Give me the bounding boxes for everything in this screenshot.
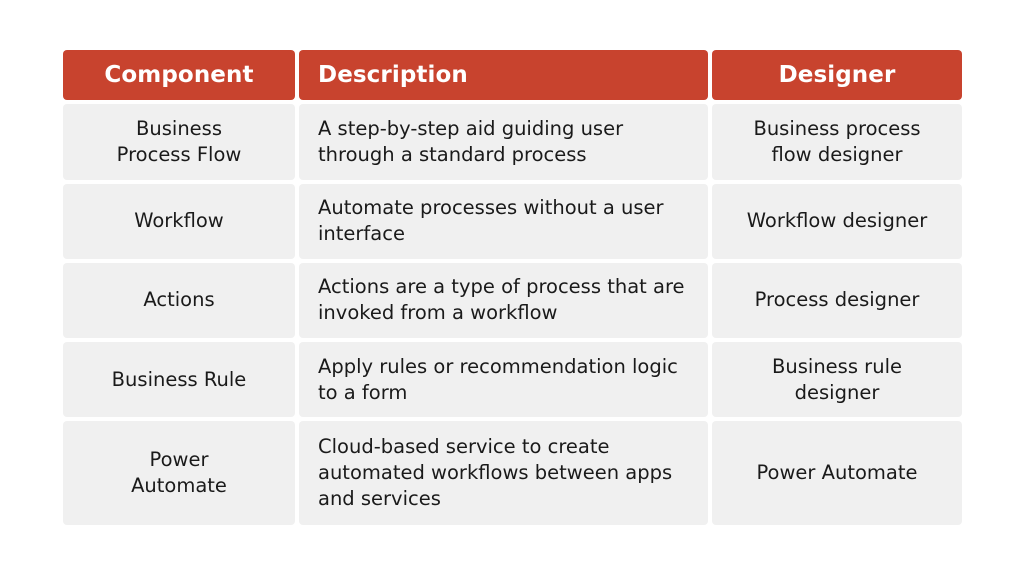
cell-description: Automate processes without a user interf… [299,183,708,259]
cell-designer: Workflow designer [712,183,962,259]
cell-designer: Process designer [712,262,962,338]
cell-text-description: Actions are a type of process that are i… [318,275,685,325]
cell-description: Actions are a type of process that are i… [299,262,708,338]
header-cell-component: Component [63,50,295,101]
header-cell-description: Description [299,50,708,101]
cell-component: Power Automate [63,421,295,525]
cell-text-component: Business Process Flow [116,117,242,167]
table-row: Actions Actions are a type of process th… [63,262,962,338]
table-row: Business Rule Apply rules or recommendat… [63,341,962,418]
cell-designer: Power Automate [712,421,962,525]
cell-text-description: Apply rules or recommendation logic to a… [318,354,678,404]
cell-component: Business Rule [63,341,295,418]
table-row: Workflow Automate processes without a us… [63,183,962,259]
cell-text-description: Cloud-based service to create automated … [318,435,673,511]
cell-text-description: Automate processes without a user interf… [318,196,664,246]
table-body: Component Description Designer Business P… [63,50,962,525]
header-label-description: Description [318,62,468,89]
components-table: Component Description Designer Business P… [63,50,962,525]
table-row: Business Process Flow A step-by-step aid … [63,104,962,180]
cell-text-designer: Process designer [754,288,920,312]
cell-text-component: Actions [143,288,215,312]
table-row: Power Automate Cloud-based service to cre… [63,421,962,525]
header-cell-designer: Designer [712,50,962,101]
cell-component: Workflow [63,183,295,259]
cell-text-component: Business Rule [111,367,247,391]
cell-description: Cloud-based service to create automated … [299,421,708,525]
header-label-component: Component [104,62,254,89]
cell-designer: Business rule designer [712,341,962,418]
cell-text-designer: Power Automate [756,461,918,485]
cell-description: A step-by-step aid guiding user through … [299,104,708,180]
cell-text-designer: Workflow designer [746,209,928,233]
cell-designer: Business process flow designer [712,104,962,180]
table-header-row: Component Description Designer [63,50,962,101]
cell-component: Actions [63,262,295,338]
header-label-designer: Designer [778,62,896,89]
cell-text-designer: Business rule designer [772,354,902,404]
cell-text-component: Workflow [134,209,224,233]
cell-text-component: Power Automate [131,448,227,498]
cell-description: Apply rules or recommendation logic to a… [299,341,708,418]
cell-text-designer: Business process flow designer [753,117,921,167]
cell-text-description: A step-by-step aid guiding user through … [318,117,624,167]
cell-component: Business Process Flow [63,104,295,180]
